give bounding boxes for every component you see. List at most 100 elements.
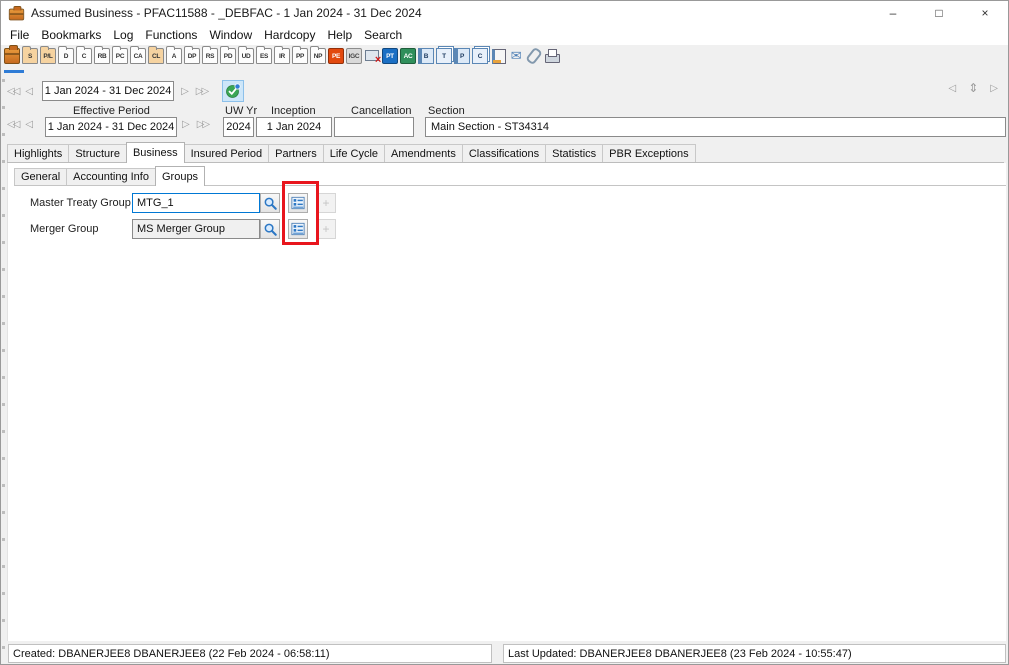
menu-functions[interactable]: Functions: [139, 26, 203, 44]
menu-search[interactable]: Search: [358, 26, 408, 44]
toolbar-icon[interactable]: NP: [310, 48, 326, 64]
ledger-icon[interactable]: [490, 48, 506, 64]
tab-partners[interactable]: Partners: [268, 144, 324, 162]
highlight-annotation-box: [282, 181, 319, 245]
book-b-icon[interactable]: B: [418, 48, 434, 64]
print-icon[interactable]: [544, 48, 560, 64]
copy-t-icon[interactable]: T: [436, 48, 452, 64]
master-treaty-group-search-button[interactable]: [260, 193, 280, 213]
menu-file[interactable]: File: [4, 26, 35, 44]
ac-icon[interactable]: AC: [400, 48, 416, 64]
toolbar-icon[interactable]: C: [76, 48, 92, 64]
effective-period-nav-left: ◁◁ ◁: [7, 119, 33, 130]
nav-prev-icon[interactable]: ◁: [25, 86, 33, 97]
tab-amendments[interactable]: Amendments: [384, 144, 463, 162]
tab-structure[interactable]: Structure: [68, 144, 127, 162]
left-splitter-strip[interactable]: [2, 79, 5, 654]
inception-label: Inception: [271, 105, 316, 117]
window-controls: – □ ×: [870, 1, 1008, 24]
minimize-button[interactable]: –: [870, 1, 916, 24]
menu-bookmarks[interactable]: Bookmarks: [35, 26, 107, 44]
toolbar-icon[interactable]: IR: [274, 48, 290, 64]
tab-classifications[interactable]: Classifications: [462, 144, 546, 162]
title-bar: Assumed Business - PFAC11588 - _DEBFAC -…: [1, 1, 1008, 24]
pt-icon[interactable]: PT: [382, 48, 398, 64]
window-title: Assumed Business - PFAC11588 - _DEBFAC -…: [31, 6, 422, 20]
toolbar-icon[interactable]: D: [58, 48, 74, 64]
toolbar-icon[interactable]: ES: [256, 48, 272, 64]
toolbar-icon[interactable]: PP: [292, 48, 308, 64]
subtab-general[interactable]: General: [14, 168, 67, 185]
cancellation-label: Cancellation: [351, 105, 412, 117]
nav-last-icon[interactable]: ▷▷: [196, 86, 207, 97]
master-treaty-group-input[interactable]: [132, 193, 260, 213]
period-first-icon[interactable]: ◁◁: [7, 119, 18, 130]
toolbar-icon[interactable]: UD: [238, 48, 254, 64]
mail-icon[interactable]: [508, 48, 524, 64]
right-next-icon[interactable]: ▷: [990, 83, 998, 94]
period-prev-icon[interactable]: ◁: [25, 119, 33, 130]
menu-log[interactable]: Log: [107, 26, 139, 44]
effective-period-nav-right: ▷ ▷▷: [182, 119, 208, 130]
assumed-business-icon[interactable]: [4, 48, 20, 64]
sub-tab-bar: General Accounting Info Groups: [14, 166, 1006, 186]
effective-period-label: Effective Period: [73, 105, 150, 117]
tab-pbr-exceptions[interactable]: PBR Exceptions: [602, 144, 695, 162]
uw-yr-label: UW Yr: [225, 105, 257, 117]
computer-error-icon[interactable]: [364, 48, 380, 64]
menu-help[interactable]: Help: [321, 26, 358, 44]
master-treaty-group-label: Master Treaty Group: [30, 193, 131, 213]
window-nav-right: ◁ ⇕ ▷: [949, 81, 998, 95]
business-tab-panel: General Accounting Info Groups Master Tr…: [7, 163, 1006, 641]
uw-yr-value: 2024: [223, 117, 254, 137]
right-prev-icon[interactable]: ◁: [949, 83, 957, 94]
toolbar-icon[interactable]: CL: [148, 48, 164, 64]
book-p-icon[interactable]: P: [454, 48, 470, 64]
toolbar-icon[interactable]: P/L: [40, 48, 56, 64]
toolbar-icon[interactable]: DP: [184, 48, 200, 64]
menu-hardcopy[interactable]: Hardcopy: [258, 26, 321, 44]
toolbar-icon[interactable]: CA: [130, 48, 146, 64]
pe-icon[interactable]: PE: [328, 48, 344, 64]
merger-group-label: Merger Group: [30, 219, 98, 239]
subtab-groups[interactable]: Groups: [155, 166, 205, 186]
toolbar-icon[interactable]: RB: [94, 48, 110, 64]
toolbar-icon[interactable]: PD: [220, 48, 236, 64]
merger-group-search-button[interactable]: [260, 219, 280, 239]
maximize-button[interactable]: □: [916, 1, 962, 24]
nav-first-icon[interactable]: ◁◁: [7, 86, 18, 97]
toolbar-icon[interactable]: S: [22, 48, 38, 64]
record-nav: ◁◁ ◁ 1 Jan 2024 - 31 Dec 2024 ▷ ▷▷: [7, 79, 244, 103]
validate-icon: [225, 83, 241, 99]
copy-c-icon[interactable]: C: [472, 48, 488, 64]
main-tab-bar: Highlights Structure Business Insured Pe…: [7, 142, 1004, 163]
tab-business[interactable]: Business: [126, 142, 185, 163]
close-button[interactable]: ×: [962, 1, 1008, 24]
status-created: Created: DBANERJEE8 DBANERJEE8 (22 Feb 2…: [8, 644, 492, 663]
attachment-icon[interactable]: [526, 48, 542, 64]
tab-insured-period[interactable]: Insured Period: [184, 144, 270, 162]
toolbar-icon[interactable]: PC: [112, 48, 128, 64]
app-icon: [9, 8, 24, 20]
tab-life-cycle[interactable]: Life Cycle: [323, 144, 385, 162]
effective-period-value[interactable]: 1 Jan 2024 - 31 Dec 2024: [45, 117, 177, 137]
toolbar-icon[interactable]: RS: [202, 48, 218, 64]
nav-next-icon[interactable]: ▷: [181, 86, 189, 97]
section-value: Main Section - ST34314: [425, 117, 1006, 137]
validate-toggle[interactable]: [222, 80, 244, 102]
period-display[interactable]: 1 Jan 2024 - 31 Dec 2024: [42, 81, 174, 101]
toolbar-icon[interactable]: A: [166, 48, 182, 64]
merger-group-extra-button: +: [316, 219, 336, 239]
period-next-icon[interactable]: ▷: [182, 119, 190, 130]
menu-bar: File Bookmarks Log Functions Window Hard…: [1, 24, 1008, 45]
subtab-accounting-info[interactable]: Accounting Info: [66, 168, 156, 185]
sort-icon[interactable]: ⇕: [968, 81, 978, 95]
period-last-icon[interactable]: ▷▷: [197, 119, 208, 130]
toolbar: S P/L D C RB PC CA CL A DP RS PD UD ES I…: [4, 45, 560, 75]
app-window: Assumed Business - PFAC11588 - _DEBFAC -…: [0, 0, 1009, 665]
igc-icon[interactable]: IGC: [346, 48, 362, 64]
tab-statistics[interactable]: Statistics: [545, 144, 603, 162]
menu-window[interactable]: Window: [203, 26, 258, 44]
tab-highlights[interactable]: Highlights: [7, 144, 69, 162]
merger-group-input[interactable]: [132, 219, 260, 239]
